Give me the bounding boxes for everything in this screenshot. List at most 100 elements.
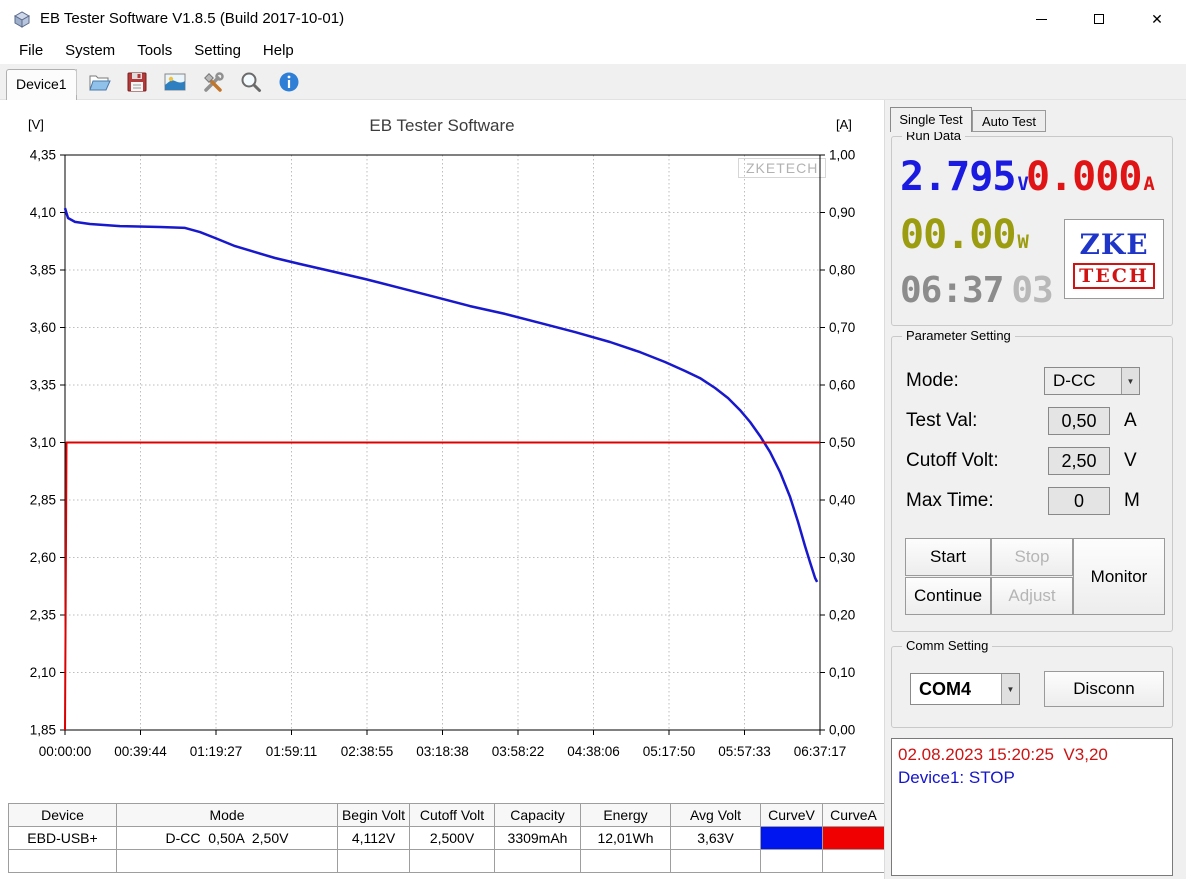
mode-dropdown[interactable]: D-CC ▼ [1044,367,1140,395]
chevron-down-icon[interactable]: ▼ [1001,674,1019,704]
svg-text:3,60: 3,60 [30,320,56,335]
comm-setting-label: Comm Setting [902,638,993,653]
test-val-unit: A [1124,410,1137,431]
cutoff-volt-label: Cutoff Volt: [906,450,999,471]
test-val-label: Test Val: [906,410,978,431]
cell-mode: D-CC 0,50A 2,50V [116,826,338,850]
menubar: File System Tools Setting Help [0,38,1186,64]
save-icon [127,72,147,92]
adjust-button: Adjust [991,577,1073,615]
svg-text:03:58:22: 03:58:22 [492,744,545,759]
start-button[interactable]: Start [905,538,991,576]
svg-text:01:59:11: 01:59:11 [266,744,318,759]
curve-a-swatch [822,826,885,850]
svg-text:3,85: 3,85 [30,263,56,278]
svg-text:3,35: 3,35 [30,378,56,393]
tab-single-test[interactable]: Single Test [890,107,972,132]
toolbar-separator [76,69,77,95]
col-curve-a: CurveA [822,803,885,827]
save-button[interactable] [122,67,152,97]
maximize-icon [1094,14,1104,24]
cutoff-volt-input[interactable] [1048,447,1110,475]
chart-area: [V] EB Tester Software [A] ZKETECH 4,35 1… [0,100,885,879]
svg-text:00:00:00: 00:00:00 [39,744,92,759]
svg-text:0,40: 0,40 [829,493,855,508]
max-time-unit: M [1124,490,1140,511]
info-button[interactable] [274,67,304,97]
col-energy: Energy [580,803,671,827]
col-avg-volt: Avg Volt [670,803,761,827]
svg-text:05:57:33: 05:57:33 [718,744,771,759]
menu-item-file[interactable]: File [8,38,54,64]
svg-text:1,85: 1,85 [30,723,56,738]
svg-text:0,90: 0,90 [829,205,855,220]
svg-text:4,10: 4,10 [30,205,56,220]
zke-logo: ZKE TECH [1064,219,1164,299]
col-device: Device [8,803,117,827]
cell-avg-volt: 3,63V [670,826,761,850]
stop-button: Stop [991,538,1073,576]
com-port-value: COM4 [919,678,972,699]
max-time-label: Max Time: [906,490,994,511]
log-box: 02.08.2023 15:20:25 V3,20 Device1: STOP [891,738,1173,876]
col-mode: Mode [116,803,338,827]
close-button[interactable]: ✕ [1128,0,1186,38]
svg-text:03:18:38: 03:18:38 [416,744,469,759]
svg-text:2,35: 2,35 [30,608,56,623]
continue-button[interactable]: Continue [905,577,991,615]
run-data-group: Run Data 2.795 V 0.000 A 00.00 W 06:37 0… [891,128,1173,326]
cell-cutoff-volt: 2,500V [409,826,495,850]
col-begin-volt: Begin Volt [337,803,410,827]
svg-text:0,30: 0,30 [829,550,855,565]
monitor-button[interactable]: Monitor [1073,538,1165,615]
open-file-button[interactable] [84,67,114,97]
minimize-icon [1035,18,1047,20]
svg-text:2,60: 2,60 [30,550,56,565]
svg-text:00:39:44: 00:39:44 [114,744,167,759]
svg-text:0,70: 0,70 [829,320,855,335]
export-image-button[interactable] [160,67,190,97]
test-val-input[interactable] [1048,407,1110,435]
power-display: 00.00 W [900,212,1029,258]
disconnect-button[interactable]: Disconn [1044,671,1164,707]
toolbar: Device1 [0,64,1186,100]
col-curve-v: CurveV [760,803,823,827]
svg-text:2,10: 2,10 [30,665,56,680]
device-tab[interactable]: Device1 [6,69,77,100]
zoom-icon [241,72,261,92]
svg-text:0,80: 0,80 [829,263,855,278]
max-time-input[interactable] [1048,487,1110,515]
close-icon: ✕ [1151,11,1163,27]
menu-item-help[interactable]: Help [252,38,305,64]
window-title: EB Tester Software V1.8.5 (Build 2017-10… [40,10,345,27]
elapsed-time-display: 06:37 03 [900,270,1054,311]
table-row[interactable]: EBD-USB+ D-CC 0,50A 2,50V 4,112V 2,500V … [8,826,885,850]
svg-text:3,10: 3,10 [30,435,56,450]
mode-value: D-CC [1053,371,1096,390]
zoom-button[interactable] [236,67,266,97]
svg-text:06:37:17: 06:37:17 [794,744,847,759]
tools-button[interactable] [198,67,228,97]
svg-text:0,20: 0,20 [829,608,855,623]
svg-text:4,35: 4,35 [30,148,56,163]
table-row-empty [8,849,885,873]
maximize-button[interactable] [1070,0,1128,38]
results-table: Device Mode Begin Volt Cutoff Volt Capac… [8,803,885,873]
menu-item-tools[interactable]: Tools [126,38,183,64]
current-display: 0.000 A [1026,154,1155,200]
cell-capacity: 3309mAh [494,826,581,850]
minimize-button[interactable] [1012,0,1070,38]
chevron-down-icon[interactable]: ▼ [1121,368,1139,394]
svg-text:04:38:06: 04:38:06 [567,744,620,759]
voltage-display: 2.795 V [900,154,1029,200]
menu-item-setting[interactable]: Setting [183,38,252,64]
tab-auto-test[interactable]: Auto Test [972,110,1046,132]
com-port-dropdown[interactable]: COM4 ▼ [910,673,1020,705]
side-panel: Single Test Auto Test Run Data 2.795 V 0… [884,100,1186,879]
parameter-setting-group: Parameter Setting Mode: D-CC ▼ Test Val:… [891,328,1173,632]
svg-text:05:17:50: 05:17:50 [643,744,696,759]
cutoff-volt-unit: V [1124,450,1137,471]
menu-item-system[interactable]: System [54,38,126,64]
titlebar: EB Tester Software V1.8.5 (Build 2017-10… [0,0,1186,38]
svg-text:0,00: 0,00 [829,723,855,738]
